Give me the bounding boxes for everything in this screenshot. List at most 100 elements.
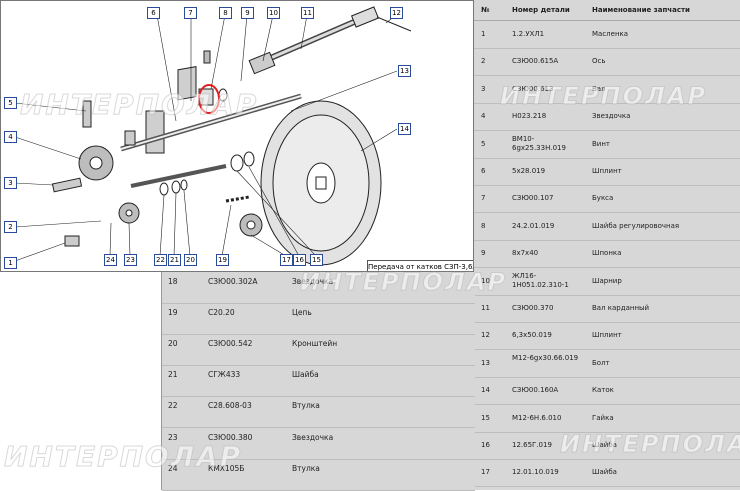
cell-part-number: СЗЮ00.380	[208, 432, 253, 442]
callout-9: 9	[241, 7, 254, 19]
cell-part-number: М12-6gх30.66.019	[512, 353, 579, 362]
callout-21: 21	[168, 254, 181, 266]
table-row: 22 С28.608-03 Втулка	[162, 396, 475, 429]
cell-num: 20	[168, 339, 178, 349]
cell-num: 12	[481, 331, 490, 340]
table-row: 4 Н023.218 Звездочка	[474, 103, 740, 132]
table-row: 21 СГЖ433 Шайба	[162, 365, 475, 398]
cell-part-name: Букса	[592, 194, 614, 203]
callout-16: 16	[293, 254, 306, 266]
cell-part-name: Шайба	[592, 441, 617, 449]
cell-part-number: СЗЮ00.107	[512, 194, 554, 203]
cell-num: 15	[481, 413, 490, 422]
cell-part-name: Винт	[592, 139, 611, 148]
table-row: 17 12.01.10.019 Шайба	[474, 459, 740, 488]
cell-part-name: Шплинт	[592, 331, 622, 340]
callout-19: 19	[216, 254, 229, 266]
table-row: 7 СЗЮ00.107 Букса	[474, 185, 740, 214]
table-row: 16 12.65Г.019 Шайба	[474, 432, 740, 460]
table-row: 9 8х7х40 Шпонка	[474, 240, 740, 269]
cell-num: 21	[168, 370, 178, 380]
table-row: 10 ЖЛ16-1Н051.02.310-1 Шарнир	[474, 268, 740, 296]
cell-part-number: 6,3х50.019	[512, 331, 552, 340]
callout-12: 12	[390, 7, 403, 19]
cell-num: 9	[481, 249, 486, 258]
cell-part-number: СЗЮ00.370	[512, 304, 554, 312]
callout-15: 15	[310, 254, 323, 266]
cell-part-number: С28.608-03	[208, 401, 252, 411]
callout-11: 11	[301, 7, 314, 19]
table-row: 3 СЗЮ00.613 Вал	[474, 76, 740, 104]
cell-num: 23	[168, 432, 178, 442]
cell-part-name: Вал карданный	[592, 304, 650, 312]
parts-table-lower: 18 СЗЮ00.302А Звездочка 19 С20.20 Цепь 20 СЗЮ00…	[161, 272, 475, 491]
cell-part-name: Болт	[592, 358, 610, 367]
callout-7: 7	[184, 7, 197, 19]
cell-num: 14	[481, 386, 490, 395]
table-header: № Номер детали Наименование запчасти	[474, 0, 740, 21]
cell-num: 22	[168, 401, 178, 411]
cell-part-number: СЗЮ00.615А	[512, 57, 559, 66]
callout-10: 10	[267, 7, 280, 19]
table-row: 19 С20.20 Цепь	[162, 303, 475, 336]
parts-table-right: № Номер детали Наименование запчасти 1 1.…	[474, 0, 740, 490]
header-part-name: Наименование запчасти	[592, 6, 690, 14]
cell-part-name: Звездочка	[292, 432, 334, 442]
callout-5: 5	[4, 97, 17, 109]
cell-num: 16	[481, 441, 490, 449]
table-row: 5 ВМ10-6gх25.33Н.019 Винт	[474, 131, 740, 159]
cell-num: 10	[481, 276, 490, 285]
cell-num: 13	[481, 358, 490, 367]
header-part-number: Номер детали	[512, 6, 570, 14]
cell-part-name: Шарнир	[592, 276, 622, 285]
cell-part-number: 24.2.01.019	[512, 221, 555, 230]
cell-part-name: Шайба	[592, 468, 617, 477]
cell-part-number: Н023.218	[512, 112, 547, 121]
cell-part-name: Каток	[592, 386, 614, 395]
cell-part-name: Шайба	[292, 370, 319, 380]
cell-num: 19	[168, 308, 178, 318]
diagram-drawing	[14, 6, 412, 266]
callout-22: 22	[154, 254, 167, 266]
callout-8: 8	[219, 7, 232, 19]
cell-part-number: 1.2.УХЛ1	[512, 30, 545, 38]
cell-num: 24	[168, 463, 178, 473]
callout-23: 23	[124, 254, 137, 266]
table-row: 13 М12-6gх30.66.019 Болт	[474, 350, 740, 378]
cell-part-number: 12.01.10.019	[512, 468, 559, 477]
cell-num: 2	[481, 57, 486, 66]
cell-part-number: КМХ105Б	[208, 463, 245, 473]
cell-part-number: 5х28.019	[512, 167, 546, 175]
exploded-diagram: 6 7 8 9 10 11 12 13 14 5 4 3 2 1 24 23 2…	[0, 0, 474, 272]
table-row: 24 КМХ105Б Втулка	[162, 459, 475, 491]
cell-part-name: Втулка	[292, 401, 320, 411]
callout-6: 6	[147, 7, 160, 19]
table-row: 20 СЗЮ00.542 Кронштейн	[162, 334, 475, 367]
cell-part-name: Масленка	[592, 30, 629, 38]
callout-4: 4	[4, 131, 17, 143]
cell-num: 18	[168, 277, 178, 286]
cell-num: 5	[481, 139, 486, 148]
cell-part-number: СГЖ433	[208, 370, 241, 380]
cell-num: 11	[481, 304, 490, 312]
cell-part-name: Гайка	[592, 413, 614, 422]
table-row: 2 СЗЮ00.615А Ось	[474, 48, 740, 77]
cell-part-name: Шплинт	[592, 167, 622, 175]
table-row: 1 1.2.УХЛ1 Масленка	[474, 21, 740, 49]
cell-part-number: 12.65Г.019	[512, 441, 552, 449]
callout-3: 3	[4, 177, 17, 189]
cell-part-name: Шпонка	[592, 249, 622, 258]
cell-num: 1	[481, 30, 486, 38]
cell-part-number: СЗЮ00.542	[208, 339, 253, 349]
callout-20: 20	[184, 254, 197, 266]
table-row: 23 СЗЮ00.380 Звездочка	[162, 428, 475, 460]
callout-13: 13	[398, 65, 411, 77]
cell-num: 8	[481, 221, 486, 230]
cell-part-name: Втулка	[292, 463, 320, 473]
cell-part-number: СЗЮ00.302А	[208, 277, 258, 286]
table-row: 12 6,3х50.019 Шплинт	[474, 322, 740, 351]
table-row: 18 СЗЮ00.302А Звездочка	[162, 272, 475, 304]
cell-part-name: Цепь	[292, 308, 312, 318]
table-row: 11 СЗЮ00.370 Вал карданный	[474, 295, 740, 323]
header-num: №	[481, 6, 490, 14]
